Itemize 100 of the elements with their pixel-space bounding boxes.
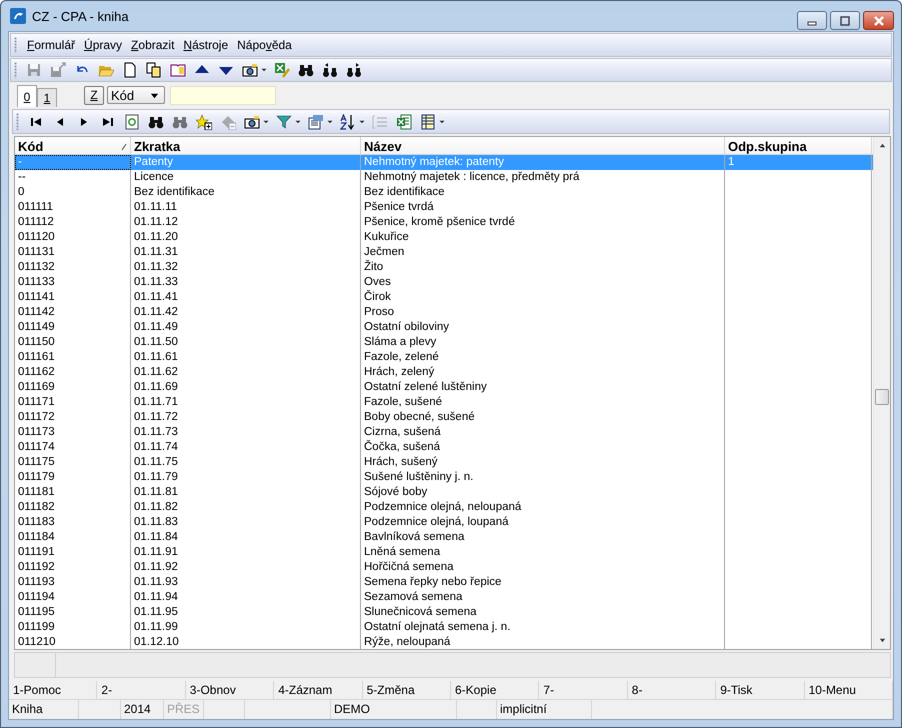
function-key-button[interactable]: 10-Menu	[804, 681, 893, 700]
table-cell: 011173	[15, 425, 131, 440]
binoculars-left-icon[interactable]	[322, 62, 338, 78]
column-header[interactable]: Název	[361, 137, 725, 154]
menu-item[interactable]: Nápověda	[233, 38, 297, 52]
camera-icon[interactable]	[242, 62, 258, 78]
table-cell: 011192	[15, 560, 131, 575]
table-cell: 01.11.31	[131, 245, 361, 260]
sort-field-dropdown[interactable]: Kód	[107, 86, 165, 104]
function-key-button[interactable]: 1-Pomoc	[9, 681, 98, 700]
table-cell: 01.11.62	[131, 365, 361, 380]
maximize-button[interactable]	[830, 11, 860, 30]
refresh-icon[interactable]	[124, 114, 140, 130]
table-row[interactable]: 011199 01.11.99 Ostatní olejnatá semena j. n.	[15, 620, 873, 635]
table-row[interactable]: 0 Bez identifikace Bez identifikace	[15, 185, 873, 200]
function-key-button[interactable]: 3-Obnov	[186, 681, 274, 700]
table-row[interactable]: 011173 01.11.73 Cizrna, sušená	[15, 425, 873, 440]
tab[interactable]: 0	[17, 85, 37, 107]
camera-icon[interactable]	[244, 114, 260, 130]
table-cell: 011111	[15, 200, 131, 215]
menu-item[interactable]: Zobrazit	[127, 38, 180, 52]
tab[interactable]: 1	[37, 88, 57, 107]
function-key-button[interactable]: 5-Změna	[362, 681, 451, 700]
menu-item[interactable]: Úpravy	[80, 38, 128, 52]
table-cell: Pšenice, kromě pšenice tvrdé	[361, 215, 725, 230]
table-icon[interactable]	[420, 114, 436, 130]
table-row[interactable]: 011192 01.11.92 Hořčičná semena	[15, 560, 873, 575]
table-row[interactable]: 011141 01.11.41 Čirok	[15, 290, 873, 305]
spreadsheet-icon[interactable]	[396, 114, 412, 130]
function-key-button[interactable]: 9-Tisk	[716, 681, 805, 700]
table-cell: Sláma a plevy	[361, 335, 725, 350]
scroll-up-icon[interactable]	[878, 141, 886, 150]
filter-icon[interactable]	[276, 114, 292, 130]
column-header[interactable]: Zkratka	[131, 137, 361, 154]
document-icon[interactable]	[122, 62, 138, 78]
scroll-thumb[interactable]	[875, 389, 889, 405]
book-icon[interactable]	[170, 62, 186, 78]
table-row[interactable]: 011142 01.11.42 Proso	[15, 305, 873, 320]
table-cell: 01.12.10	[131, 635, 361, 649]
column-header[interactable]: Odp.skupina	[725, 137, 872, 154]
function-key-button[interactable]: 4-Záznam	[274, 681, 363, 700]
binoculars-icon[interactable]	[298, 62, 314, 78]
table-row[interactable]: 011169 01.11.69 Ostatní zelené luštěniny	[15, 380, 873, 395]
table-row[interactable]: 011184 01.11.84 Bavlníková semena	[15, 530, 873, 545]
table-row[interactable]: 011132 01.11.32 Žito	[15, 260, 873, 275]
table-cell: 01.11.32	[131, 260, 361, 275]
spreadsheet-pencil-icon[interactable]	[274, 62, 290, 78]
table-cell: 01.11.74	[131, 440, 361, 455]
table-row[interactable]: 011175 01.11.75 Hrách, sušený	[15, 455, 873, 470]
table-cell: 01.11.84	[131, 530, 361, 545]
table-row[interactable]: 011174 01.11.74 Čočka, sušená	[15, 440, 873, 455]
table-cell: Podzemnice olejná, neloupaná	[361, 500, 725, 515]
table-row[interactable]: 011179 01.11.79 Sušené luštěniny j. n.	[15, 470, 873, 485]
table-row[interactable]: 011111 01.11.11 Pšenice tvrdá	[15, 200, 873, 215]
z-button[interactable]: Z	[84, 86, 104, 104]
menu-item[interactable]: Formulář	[23, 38, 80, 52]
table-row[interactable]: 011191 01.11.91 Lněná semena	[15, 545, 873, 560]
table-row[interactable]: 011171 01.11.71 Fazole, sušené	[15, 395, 873, 410]
table-cell: 011162	[15, 365, 131, 380]
table-cell: -	[15, 155, 131, 170]
close-button[interactable]	[863, 11, 894, 30]
table-row[interactable]: 011172 01.11.72 Boby obecné, sušené	[15, 410, 873, 425]
minimize-button[interactable]	[797, 11, 827, 30]
table-row[interactable]: 011131 01.11.31 Ječmen	[15, 245, 873, 260]
table-cell: 011175	[15, 455, 131, 470]
export-icon[interactable]	[308, 114, 324, 130]
search-field[interactable]	[170, 86, 276, 104]
table-row[interactable]: -- Licence Nehmotný majetek : licence, předměty prá	[15, 170, 873, 185]
table-cell: 011174	[15, 440, 131, 455]
table-row[interactable]: 011194 01.11.94 Sezamová semena	[15, 590, 873, 605]
table-cell: Bavlníková semena	[361, 530, 725, 545]
function-key-button[interactable]: 7-	[539, 681, 628, 700]
table-row[interactable]: 011150 01.11.50 Sláma a plevy	[15, 335, 873, 350]
function-key-button[interactable]: 6-Kopie	[451, 681, 540, 700]
binoculars-right-icon[interactable]	[346, 62, 362, 78]
table-row[interactable]: 011182 01.11.82 Podzemnice olejná, neloupaná	[15, 500, 873, 515]
table-row[interactable]: 011181 01.11.81 Sójové boby	[15, 485, 873, 500]
table-cell: 01.11.75	[131, 455, 361, 470]
table-row[interactable]: 011112 01.11.12 Pšenice, kromě pšenice tvrdé	[15, 215, 873, 230]
vertical-scrollbar[interactable]	[873, 137, 890, 649]
menu-item[interactable]: Nástroje	[179, 38, 234, 52]
table-row[interactable]: 011195 01.11.95 Slunečnicová semena	[15, 605, 873, 620]
table-row[interactable]: 011210 01.12.10 Rýže, neloupaná	[15, 635, 873, 649]
sort-icon[interactable]	[340, 114, 356, 130]
table-row[interactable]: 011161 01.11.61 Fazole, zelené	[15, 350, 873, 365]
column-header[interactable]: Kód	[15, 137, 131, 154]
table-row[interactable]: 011120 01.11.20 Kukuřice	[15, 230, 873, 245]
table-cell: Sezamová semena	[361, 590, 725, 605]
table-row[interactable]: 011162 01.11.62 Hrách, zelený	[15, 365, 873, 380]
scroll-down-icon[interactable]	[878, 636, 886, 645]
table-row[interactable]: 011183 01.11.83 Podzemnice olejná, loupaná	[15, 515, 873, 530]
table-row[interactable]: 011133 01.11.33 Oves	[15, 275, 873, 290]
table-cell: 01.11.99	[131, 620, 361, 635]
table-row[interactable]: 011193 01.11.93 Semena řepky nebo řepice	[15, 575, 873, 590]
copy-icon[interactable]	[146, 62, 162, 78]
function-key-button[interactable]: 2-	[97, 681, 186, 700]
function-key-button[interactable]: 8-	[628, 681, 716, 700]
table-row[interactable]: 011149 01.11.49 Ostatní obiloviny	[15, 320, 873, 335]
star-plus-icon[interactable]	[196, 114, 212, 130]
table-cell: 011195	[15, 605, 131, 620]
